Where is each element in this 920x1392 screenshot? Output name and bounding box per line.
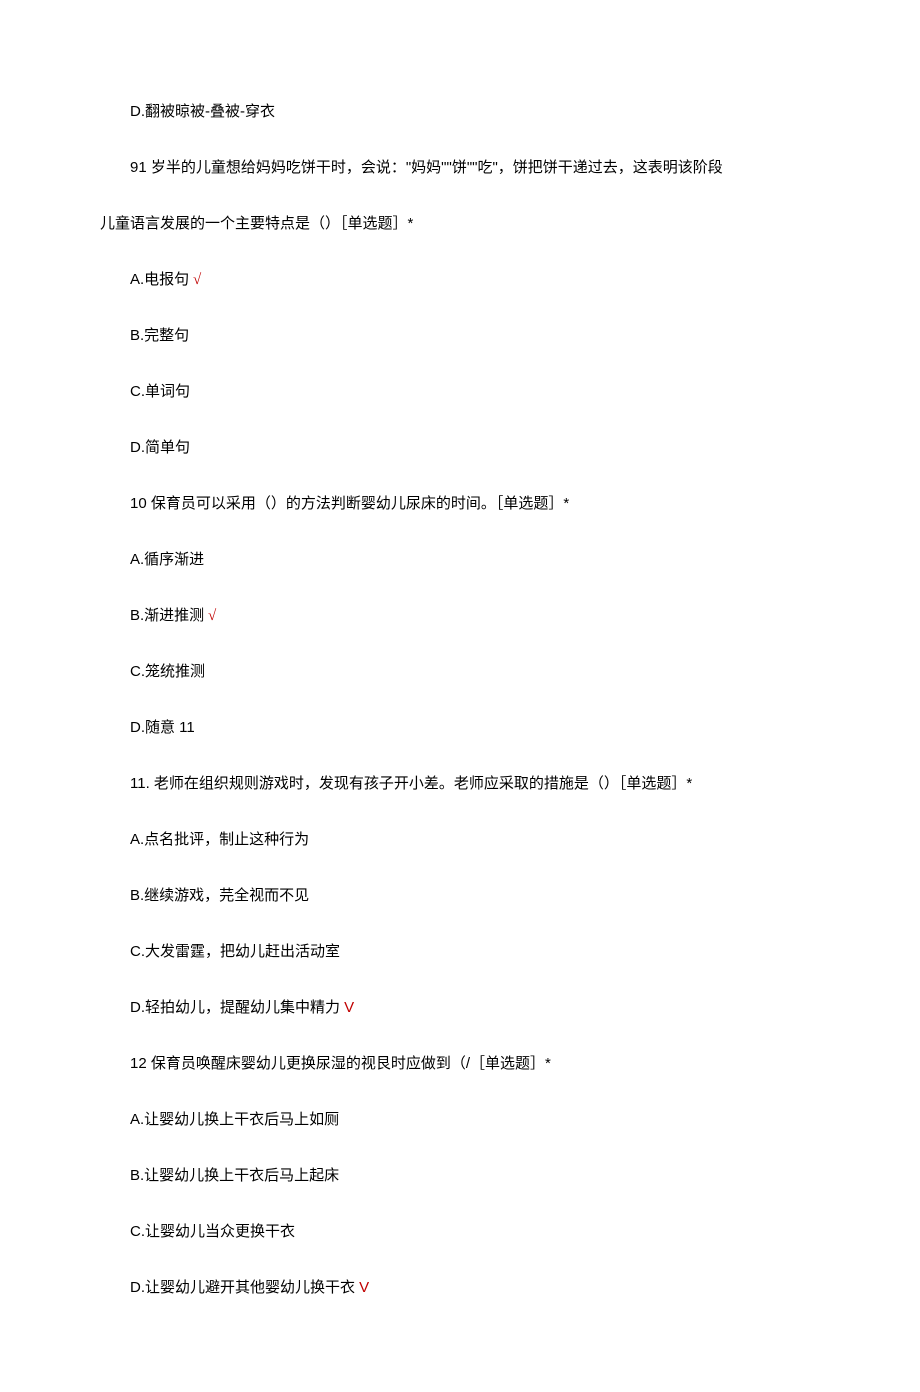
text: D.让婴幼儿避开其他婴幼儿换干衣 [130,1279,355,1296]
text: D.随意 11 [130,719,195,736]
option-d-q8: D.翻被晾被-叠被-穿衣 [100,100,820,124]
text: A.让婴幼儿换上干衣后马上如厕 [130,1111,339,1128]
text: 10 保育员可以采用（）的方法判断婴幼儿尿床的时间。［单选题］* [130,495,569,512]
check-icon: √ [189,272,201,288]
text: B.完整句 [130,327,189,344]
question-9-line2: 儿童语言发展的一个主要特点是（）［单选题］* [100,212,820,236]
text: C.单词句 [130,383,190,400]
option-d-q9: D.简单句 [100,436,820,460]
text: D.简单句 [130,439,190,456]
question-10: 10 保育员可以采用（）的方法判断婴幼儿尿床的时间。［单选题］* [100,492,820,516]
option-b-q9: B.完整句 [100,324,820,348]
option-b-q10: B.渐进推测 √ [100,604,820,628]
option-a-q9: A.电报句 √ [100,268,820,292]
option-a-q10: A.循序渐进 [100,548,820,572]
text: D.轻拍幼儿，提醒幼儿集中精力 [130,999,340,1016]
option-a-q12: A.让婴幼儿换上干衣后马上如厕 [100,1108,820,1132]
option-a-q11: A.点名批评，制止这种行为 [100,828,820,852]
text: 91 岁半的儿童想给妈妈吃饼干时，会说："妈妈""饼""吃"，饼把饼干递过去，这… [130,159,723,176]
check-icon: √ [204,608,216,624]
text: 12 保育员唤醒床婴幼儿更换尿湿的视艮时应做到（/［单选题］* [130,1055,551,1072]
option-c-q10: C.笼统推测 [100,660,820,684]
option-c-q12: C.让婴幼儿当众更换干衣 [100,1220,820,1244]
text: C.大发雷霆，把幼儿赶出活动室 [130,943,340,960]
text: B.让婴幼儿换上干衣后马上起床 [130,1167,339,1184]
text: A.电报句 [130,271,189,288]
question-11: 11. 老师在组织规则游戏时，发现有孩子开小差。老师应采取的措施是（）［单选题］… [100,772,820,796]
text: C.笼统推测 [130,663,205,680]
text: A.循序渐进 [130,551,204,568]
question-9-line1: 91 岁半的儿童想给妈妈吃饼干时，会说："妈妈""饼""吃"，饼把饼干递过去，这… [100,156,820,180]
option-c-q11: C.大发雷霆，把幼儿赶出活动室 [100,940,820,964]
text: C.让婴幼儿当众更换干衣 [130,1223,295,1240]
text: B.渐进推测 [130,607,204,624]
text: A.点名批评，制止这种行为 [130,831,309,848]
text: B.继续游戏，芫全视而不见 [130,887,309,904]
option-d-q12: D.让婴幼儿避开其他婴幼儿换干衣 V [100,1276,820,1300]
question-12: 12 保育员唤醒床婴幼儿更换尿湿的视艮时应做到（/［单选题］* [100,1052,820,1076]
v-mark: V [340,999,354,1016]
option-b-q12: B.让婴幼儿换上干衣后马上起床 [100,1164,820,1188]
text: D.翻被晾被-叠被-穿衣 [130,103,275,120]
v-mark: V [355,1279,369,1296]
option-d-q10: D.随意 11 [100,716,820,740]
text: 儿童语言发展的一个主要特点是（）［单选题］* [100,215,413,232]
text: 11. 老师在组织规则游戏时，发现有孩子开小差。老师应采取的措施是（）［单选题］… [130,775,692,792]
option-d-q11: D.轻拍幼儿，提醒幼儿集中精力 V [100,996,820,1020]
option-b-q11: B.继续游戏，芫全视而不见 [100,884,820,908]
option-c-q9: C.单词句 [100,380,820,404]
